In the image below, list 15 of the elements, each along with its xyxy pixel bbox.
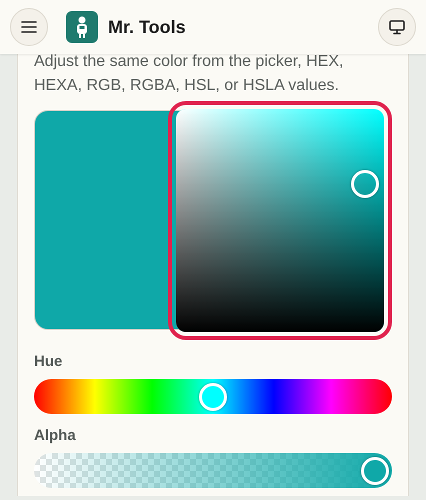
description-text: Adjust the same color from the picker, HEX, HEXA, RGB, RGBA, HSL, or HSLA values.	[34, 52, 344, 96]
display-button[interactable]	[378, 8, 416, 46]
alpha-label: Alpha	[34, 427, 77, 444]
alpha-slider[interactable]	[34, 453, 392, 488]
menu-button[interactable]	[10, 8, 48, 46]
hue-handle[interactable]	[199, 383, 227, 411]
hue-slider[interactable]	[34, 379, 392, 414]
alpha-handle[interactable]	[361, 457, 389, 485]
app-title: Mr. Tools	[108, 16, 186, 38]
menu-icon	[21, 20, 37, 34]
hue-label: Hue	[34, 353, 64, 370]
logo-icon	[66, 11, 98, 43]
color-area[interactable]	[168, 100, 392, 340]
monitor-icon	[389, 20, 405, 34]
picker-handle[interactable]	[351, 170, 380, 198]
